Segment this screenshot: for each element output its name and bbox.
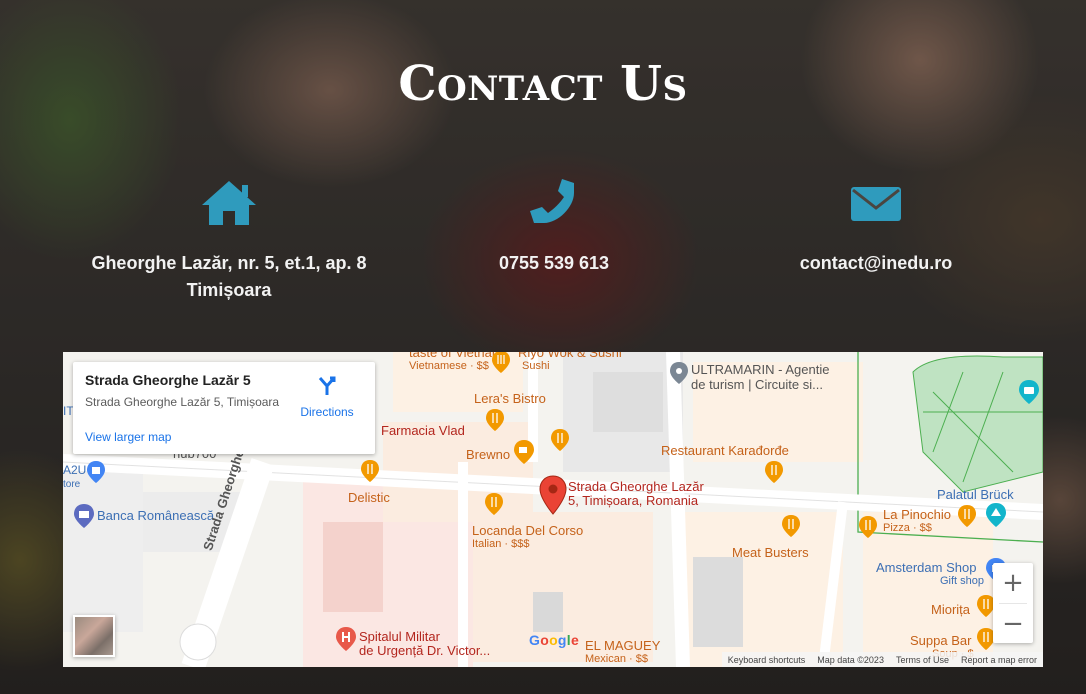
view-larger-map-link[interactable]: View larger map: [85, 430, 171, 444]
poi-label: A2U: [63, 463, 87, 477]
map-info-card: Strada Gheorghe Lazăr 5 Strada Gheorghe …: [73, 362, 375, 454]
report-error-link[interactable]: Report a map error: [961, 655, 1037, 665]
home-icon: [64, 178, 394, 228]
google-map[interactable]: taste of Vietnam Vietnamese · $$ Riyo Wo…: [63, 352, 1043, 667]
poi-label[interactable]: Riyo Wok & Sushi Sushi: [518, 352, 622, 373]
poi-label[interactable]: Locanda Del Corso Italian · $$$: [472, 524, 583, 551]
terms-link[interactable]: Terms of Use: [896, 655, 949, 665]
restaurant-pin-icon[interactable]: [781, 514, 801, 538]
poi-label[interactable]: La Pinochio Pizza · $$: [883, 508, 951, 535]
restaurant-pin-icon[interactable]: [957, 504, 977, 528]
poi-label[interactable]: Restaurant Karađorđe: [661, 444, 789, 457]
poi-label[interactable]: Palatul Brück: [937, 488, 1014, 501]
directions-button[interactable]: Directions: [297, 374, 357, 419]
map-data-text: Map data ©2023: [817, 654, 884, 665]
cafe-pin-icon[interactable]: [513, 439, 535, 465]
phone-icon: [389, 178, 719, 228]
poi-label[interactable]: Farmacia Vlad: [381, 424, 465, 437]
restaurant-pin-icon[interactable]: [858, 515, 878, 539]
directions-icon: [318, 376, 336, 395]
shop-pin-icon[interactable]: [86, 460, 106, 484]
poi-label: tore: [63, 479, 81, 490]
zoom-out-button[interactable]: −: [993, 604, 1033, 644]
email-block: contact@inedu.ro: [711, 178, 1041, 277]
camera-pin-icon[interactable]: [1018, 379, 1040, 405]
restaurant-pin-icon[interactable]: [484, 492, 504, 516]
poi-label[interactable]: Meat Busters: [732, 546, 809, 559]
bank-pin-icon[interactable]: [73, 503, 95, 529]
address-block: Gheorghe Lazăr, nr. 5, et.1, ap. 8 Timiș…: [64, 178, 394, 304]
poi-label[interactable]: ULTRAMARIN - Agentie de turism | Circuit…: [691, 362, 829, 392]
email-address[interactable]: contact@inedu.ro: [711, 250, 1041, 277]
zoom-controls: + −: [993, 563, 1033, 643]
zoom-in-button[interactable]: +: [993, 563, 1033, 603]
landmark-pin-icon[interactable]: [985, 502, 1007, 528]
location-marker-icon[interactable]: [539, 475, 567, 515]
restaurant-pin-icon[interactable]: [485, 408, 505, 432]
poi-label[interactable]: Spitalul Militar de Urgență Dr. Victor..…: [359, 630, 490, 658]
poi-label[interactable]: Brewno: [466, 448, 510, 461]
google-logo: Google: [529, 632, 580, 648]
address-line-2: Timișoara: [186, 280, 272, 300]
address-line-1: Gheorghe Lazăr, nr. 5, et.1, ap. 8: [91, 253, 367, 273]
phone-number[interactable]: 0755 539 613: [389, 250, 719, 277]
restaurant-pin-icon[interactable]: [764, 460, 784, 484]
poi-label[interactable]: Miorița: [931, 603, 970, 616]
poi-label[interactable]: Delistic: [348, 491, 390, 504]
travel-pin-icon[interactable]: [669, 361, 689, 385]
marker-label: Strada Gheorghe Lazăr 5, Timișoara, Roma…: [568, 479, 704, 508]
poi-label[interactable]: Amsterdam Shop Gift shop: [876, 561, 984, 588]
page-title: Contact Us: [398, 56, 688, 112]
poi-label[interactable]: taste of Vietnam Vietnamese · $$: [409, 352, 503, 373]
phone-block: 0755 539 613: [389, 178, 719, 277]
directions-label: Directions: [300, 405, 354, 419]
poi-label[interactable]: Lera's Bistro: [474, 392, 546, 405]
envelope-icon: [711, 178, 1041, 228]
restaurant-pin-icon[interactable]: [360, 459, 380, 483]
poi-label[interactable]: EL MAGUEY Mexican · $$: [585, 639, 660, 666]
hospital-pin-icon[interactable]: [335, 626, 357, 652]
restaurant-pin-icon[interactable]: [550, 428, 570, 452]
restaurant-pin-icon[interactable]: [491, 352, 511, 374]
satellite-toggle[interactable]: [73, 615, 115, 657]
keyboard-shortcuts-link[interactable]: Keyboard shortcuts: [728, 655, 806, 665]
poi-label[interactable]: Banca Românească: [97, 509, 214, 522]
map-footer: Keyboard shortcuts Map data ©2023 Terms …: [721, 652, 1043, 667]
